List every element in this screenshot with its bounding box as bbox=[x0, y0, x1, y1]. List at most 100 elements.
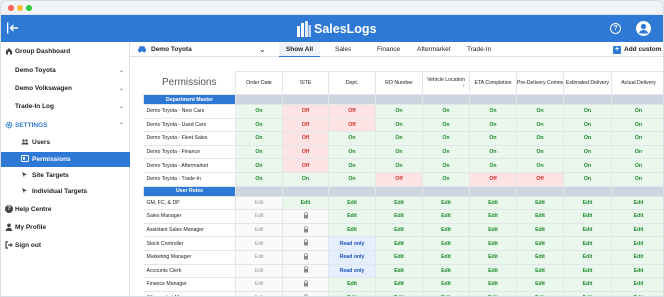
permission-cell[interactable]: Edit bbox=[375, 236, 423, 251]
permission-cell[interactable]: On bbox=[235, 171, 283, 187]
permission-cell[interactable]: Edit bbox=[563, 195, 612, 211]
permission-cell[interactable]: On bbox=[516, 117, 564, 133]
permission-cell[interactable]: Edit bbox=[328, 195, 376, 211]
permission-cell[interactable]: Edit bbox=[375, 277, 423, 292]
permission-cell[interactable]: Edit bbox=[375, 195, 423, 211]
permission-cell[interactable]: Edit bbox=[422, 195, 470, 211]
permission-cell[interactable]: Edit bbox=[328, 290, 376, 296]
permission-cell[interactable]: On bbox=[611, 171, 663, 187]
lock-icon[interactable] bbox=[282, 277, 329, 292]
permission-cell[interactable]: On bbox=[611, 144, 663, 160]
permission-cell[interactable]: Edit bbox=[469, 263, 517, 279]
permission-cell[interactable]: Edit bbox=[469, 236, 517, 251]
permission-cell[interactable]: On bbox=[235, 117, 283, 133]
tab-aftermarket[interactable]: Aftermarket bbox=[417, 42, 451, 57]
permission-cell[interactable]: On bbox=[328, 131, 376, 146]
sidebar-item-demo-volkswagen[interactable]: Demo Volkswagen ⌄ bbox=[1, 80, 130, 96]
permission-cell[interactable]: On bbox=[235, 104, 283, 119]
permission-cell[interactable]: On bbox=[422, 104, 470, 119]
sidebar-item-site-targets[interactable]: Site Targets bbox=[1, 168, 130, 183]
permission-cell[interactable]: Edit bbox=[469, 222, 517, 238]
permission-cell[interactable]: On bbox=[422, 144, 470, 160]
permission-cell[interactable]: Edit bbox=[422, 277, 470, 292]
permission-cell[interactable]: On bbox=[235, 158, 283, 173]
permission-cell[interactable]: Edit bbox=[563, 222, 612, 238]
permission-cell[interactable]: Edit bbox=[611, 195, 663, 211]
permission-cell[interactable]: Edit bbox=[611, 249, 663, 265]
sidebar-item-trade-in-log[interactable]: Trade-In Log ⌄ bbox=[1, 98, 130, 114]
sort-icon[interactable]: ↕ bbox=[424, 83, 469, 89]
lock-icon[interactable] bbox=[282, 236, 329, 251]
permission-cell[interactable]: Read only bbox=[328, 236, 376, 251]
lock-icon[interactable] bbox=[282, 209, 329, 224]
permission-cell[interactable]: On bbox=[328, 144, 376, 160]
tab-trade-in[interactable]: Trade-In bbox=[467, 42, 491, 57]
permission-cell[interactable]: On bbox=[611, 104, 663, 119]
permission-cell[interactable]: On bbox=[422, 171, 470, 187]
permission-cell[interactable]: Edit bbox=[563, 236, 612, 251]
lock-icon[interactable] bbox=[282, 290, 329, 296]
collapse-sidebar-icon[interactable] bbox=[6, 21, 20, 35]
permission-cell[interactable]: On bbox=[422, 158, 470, 173]
permission-cell[interactable]: Edit bbox=[235, 209, 283, 224]
permission-cell[interactable]: Edit bbox=[516, 222, 564, 238]
tab-finance[interactable]: Finance bbox=[377, 42, 400, 57]
permission-cell[interactable]: Edit bbox=[563, 290, 612, 296]
permission-cell[interactable]: On bbox=[563, 171, 612, 187]
permission-cell[interactable]: Edit bbox=[422, 263, 470, 279]
permission-cell[interactable]: Edit bbox=[563, 249, 612, 265]
permission-cell[interactable]: On bbox=[516, 158, 564, 173]
sidebar-item-settings[interactable]: SETTINGS ⌃ bbox=[1, 117, 130, 133]
permission-cell[interactable]: On bbox=[375, 104, 423, 119]
permission-cell[interactable]: On bbox=[563, 158, 612, 173]
permission-cell[interactable]: Read only bbox=[328, 263, 376, 279]
permission-cell[interactable]: Edit bbox=[516, 249, 564, 265]
sidebar-item-permissions[interactable]: Permissions bbox=[1, 152, 130, 167]
permission-cell[interactable]: Edit bbox=[375, 209, 423, 224]
permission-cell[interactable]: On bbox=[235, 131, 283, 146]
permission-cell[interactable]: Edit bbox=[516, 263, 564, 279]
permission-cell[interactable]: Read only bbox=[328, 249, 376, 265]
permission-cell[interactable]: Edit bbox=[328, 209, 376, 224]
user-avatar[interactable] bbox=[636, 21, 651, 36]
maximize-dot-icon[interactable] bbox=[26, 5, 32, 11]
permission-cell[interactable]: Edit bbox=[611, 277, 663, 292]
minimize-dot-icon[interactable] bbox=[17, 5, 23, 11]
permission-cell[interactable]: On bbox=[469, 131, 517, 146]
permission-cell[interactable]: Edit bbox=[422, 236, 470, 251]
permission-cell[interactable]: Edit bbox=[328, 277, 376, 292]
permission-cell[interactable]: Off bbox=[282, 117, 329, 133]
permission-cell[interactable]: On bbox=[611, 117, 663, 133]
permission-cell[interactable]: Edit bbox=[235, 277, 283, 292]
permission-cell[interactable]: Edit bbox=[563, 263, 612, 279]
permission-cell[interactable]: Edit bbox=[422, 209, 470, 224]
permission-cell[interactable]: Edit bbox=[611, 209, 663, 224]
permission-cell[interactable]: Off bbox=[328, 117, 376, 133]
permission-cell[interactable]: Edit bbox=[516, 290, 564, 296]
close-dot-icon[interactable] bbox=[8, 5, 14, 11]
permission-cell[interactable]: On bbox=[328, 171, 376, 187]
permission-cell[interactable]: Off bbox=[282, 158, 329, 173]
permission-cell[interactable]: Edit bbox=[469, 195, 517, 211]
permission-cell[interactable]: Edit bbox=[282, 195, 329, 211]
permission-cell[interactable]: Edit bbox=[235, 222, 283, 238]
permission-cell[interactable]: Edit bbox=[235, 236, 283, 251]
permission-cell[interactable]: On bbox=[563, 144, 612, 160]
permission-cell[interactable]: On bbox=[422, 117, 470, 133]
permission-cell[interactable]: On bbox=[375, 144, 423, 160]
permission-cell[interactable]: Off bbox=[375, 171, 423, 187]
permission-cell[interactable]: Edit bbox=[375, 249, 423, 265]
permission-cell[interactable]: Off bbox=[282, 131, 329, 146]
permission-cell[interactable]: On bbox=[375, 131, 423, 146]
permission-cell[interactable]: Off bbox=[282, 144, 329, 160]
permission-cell[interactable]: Off bbox=[328, 104, 376, 119]
dealer-chevron-down-icon[interactable]: ⌄ bbox=[259, 42, 266, 57]
tab-show-all[interactable]: Show All bbox=[279, 42, 320, 57]
permission-cell[interactable]: On bbox=[516, 131, 564, 146]
sidebar-item-individual-targets[interactable]: Individual Targets bbox=[1, 184, 130, 199]
permission-cell[interactable]: Edit bbox=[516, 277, 564, 292]
lock-icon[interactable] bbox=[282, 263, 329, 279]
permission-cell[interactable]: On bbox=[328, 158, 376, 173]
permission-cell[interactable]: Edit bbox=[469, 249, 517, 265]
tab-sales[interactable]: Sales bbox=[335, 42, 351, 57]
